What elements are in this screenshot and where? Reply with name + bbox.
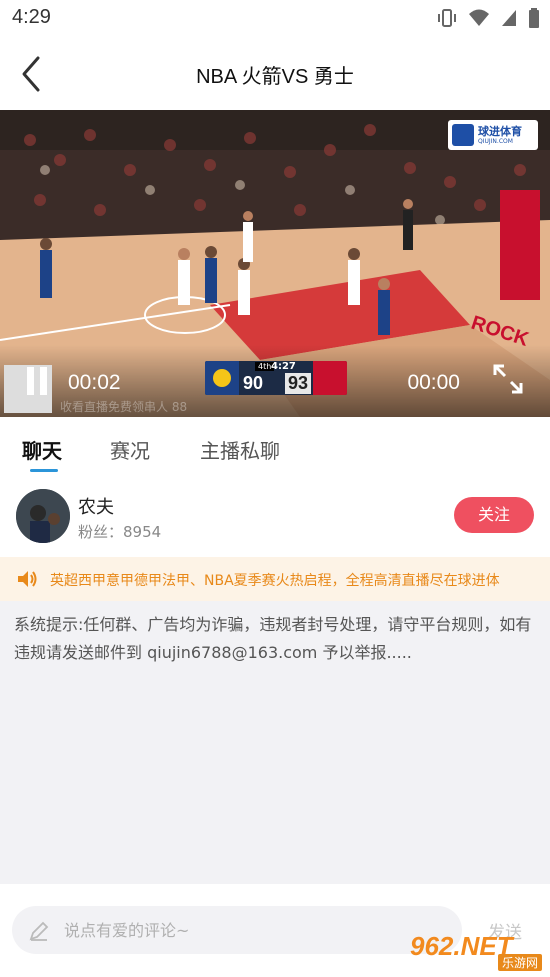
video-controls: 00:02 4th 4:27 90 93 00:00 收看直播免费领串人 88	[0, 345, 550, 417]
comment-input[interactable]	[64, 906, 444, 954]
status-bar: 4:29	[0, 0, 550, 38]
streamer-name: 农夫	[78, 497, 114, 518]
brand-logo: 球进体育 QIUJIN.COM	[448, 120, 538, 150]
video-player[interactable]: ROCK 球进体育 QIUJIN.COM 00:02 4th 4:27 90 9…	[0, 110, 550, 417]
brand-logo-text: 球进体育	[478, 124, 522, 138]
announcement-text: 英超西甲意甲德甲法甲、NBA夏季赛火热启程，全程高清直播尽在球进体	[50, 573, 500, 589]
brand-logo-subtext: QIUJIN.COM	[478, 137, 513, 145]
pen-icon	[29, 921, 49, 941]
brand-logo-mark-icon	[452, 124, 474, 146]
site-watermark-sub: 乐游网	[497, 954, 542, 971]
comment-box[interactable]	[12, 906, 462, 954]
site-watermark-logo: 962.NET 乐游网	[410, 931, 544, 971]
tab-game-status[interactable]: 赛况	[110, 435, 150, 464]
scorebug-home-score: 90	[243, 373, 264, 393]
status-icons	[436, 8, 540, 28]
wifi-icon	[469, 9, 489, 26]
tab-bar: 聊天 赛况 主播私聊	[0, 417, 550, 477]
system-message: 系统提示:任何群、广告均为诈骗，违规者封号处理，请守平台规则，如有违规请发送邮件…	[14, 615, 532, 662]
follow-button[interactable]: 关注	[454, 497, 534, 533]
nav-bar: NBA 火箭VS 勇士	[0, 38, 550, 110]
avatar[interactable]	[16, 489, 70, 543]
fullscreen-button[interactable]	[492, 363, 524, 395]
status-time: 4:29	[12, 6, 51, 28]
tab-chat[interactable]: 聊天	[22, 435, 62, 464]
tab-streamer-dm[interactable]: 主播私聊	[200, 435, 280, 464]
pause-icon	[27, 367, 47, 395]
duration-time: 00:00	[407, 371, 460, 394]
rockets-logo-icon	[313, 361, 347, 395]
pause-button[interactable]	[22, 365, 52, 397]
scorebug-clock: 4:27	[271, 361, 296, 372]
streamer-card: 农夫 粉丝：8954 关注	[0, 477, 550, 557]
tab-indicator	[30, 469, 58, 472]
avatar-image	[16, 489, 70, 543]
announcement-bar[interactable]: 英超西甲意甲德甲法甲、NBA夏季赛火热启程，全程高清直播尽在球进体	[0, 557, 550, 601]
fullscreen-icon	[493, 364, 523, 394]
warriors-logo-icon	[205, 361, 239, 395]
signal-icon	[502, 10, 516, 26]
speaker-icon	[18, 571, 37, 587]
composer-bar: 发送 962.NET 乐游网	[0, 884, 550, 977]
scorebug-away-score: 93	[285, 373, 312, 394]
scorebug: 4th 4:27 90 93	[205, 361, 347, 395]
vibrate-icon	[438, 9, 456, 27]
chat-area[interactable]: 系统提示:任何群、广告均为诈骗，违规者封号处理，请守平台规则，如有违规请发送邮件…	[0, 601, 550, 884]
video-watermark: 收看直播免费领串人 88	[60, 400, 188, 414]
page-title: NBA 火箭VS 勇士	[196, 66, 354, 88]
current-time: 00:02	[68, 371, 121, 394]
streamer-fans-count: 粉丝：8954	[78, 523, 162, 541]
battery-icon	[529, 8, 539, 28]
